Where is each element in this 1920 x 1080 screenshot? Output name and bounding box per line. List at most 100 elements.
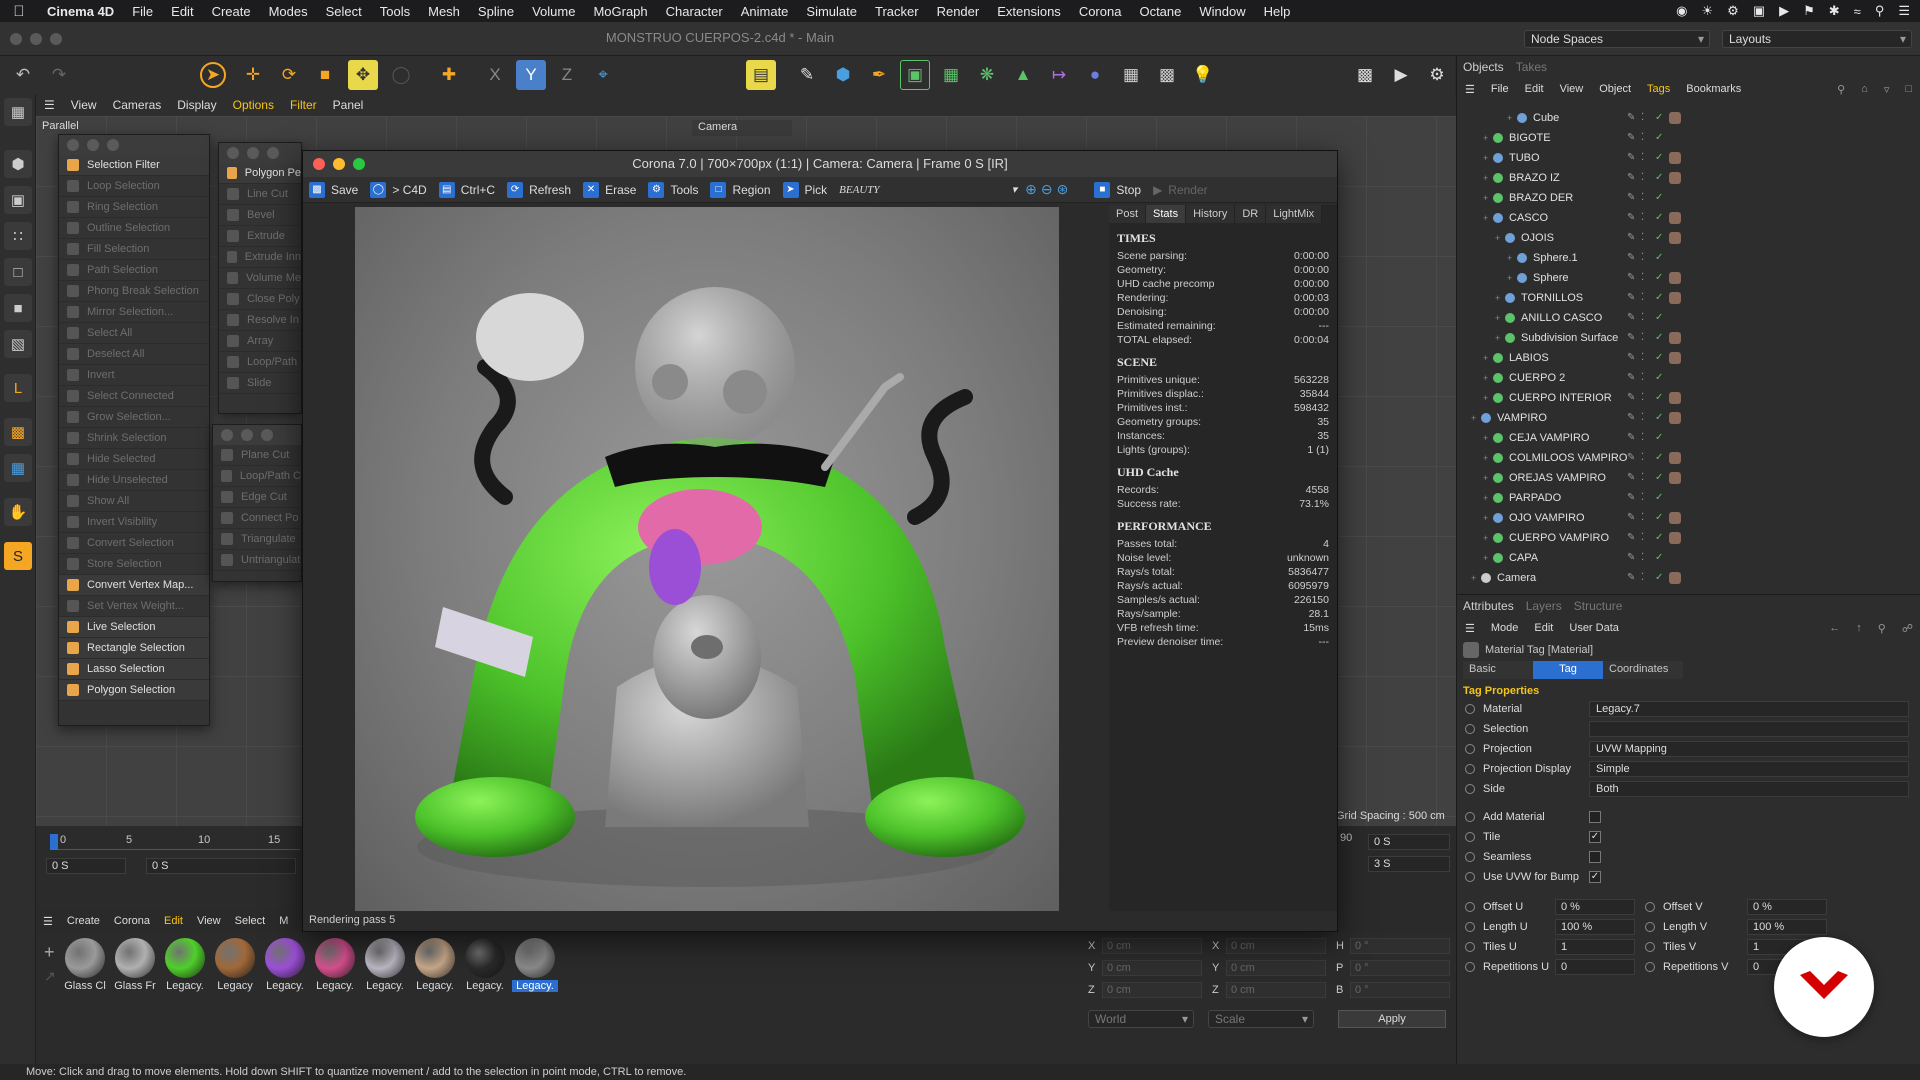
apple-icon[interactable]:  [0,3,38,20]
visibility-dots-icon[interactable]: ⁚ [1641,213,1651,223]
visibility-dots-icon[interactable]: ⁚ [1641,533,1651,543]
camera-icon[interactable]: ▩ [1152,60,1182,90]
material-swatch[interactable]: Legacy. [412,938,458,992]
material-swatch[interactable]: Legacy. [362,938,408,992]
menu-octane[interactable]: Octane [1130,4,1190,19]
material-tag-icon[interactable] [1669,532,1681,544]
expand-icon[interactable]: + [1495,233,1505,243]
checkbox[interactable]: ✓ [1589,831,1601,843]
transform-icon[interactable]: ✥ [348,60,378,90]
objects-menu-edit[interactable]: Edit [1517,83,1552,95]
menu-help[interactable]: Help [1255,4,1300,19]
enable-check-icon[interactable]: ✓ [1655,373,1665,383]
edges-mode-icon[interactable]: □ [4,258,32,286]
palette-close-icon[interactable] [67,139,79,151]
expand-icon[interactable]: + [1495,333,1505,343]
object-row[interactable]: + VAMPIRO ✎ ⁚ ✓ [1457,408,1920,428]
tab-lightmix[interactable]: LightMix [1266,205,1323,223]
flag-icon[interactable]: ⚑ [1803,3,1815,19]
enable-check-icon[interactable]: ✓ [1655,113,1665,123]
knife-tool-item[interactable]: Untriangulat [213,550,301,571]
layouts-dropdown[interactable]: Layouts [1722,30,1912,48]
selection-filter-item[interactable]: Deselect All [59,344,209,365]
material-swatch[interactable]: Legacy. [262,938,308,992]
menu-edit[interactable]: Edit [162,4,202,19]
layer-icon[interactable]: ✎ [1627,193,1637,203]
render-picture-viewer-icon[interactable]: ▶ [1386,60,1416,90]
z-axis-icon[interactable]: Z [552,60,582,90]
knife-tool-item[interactable]: Edge Cut [213,487,301,508]
enable-check-icon[interactable]: ✓ [1655,353,1665,363]
layer-icon[interactable]: ✎ [1627,433,1637,443]
vfb-minimize-icon[interactable] [333,158,345,170]
visibility-dots-icon[interactable]: ⁚ [1641,393,1651,403]
anim-dot-icon[interactable] [1465,942,1475,952]
visibility-dots-icon[interactable]: ⁚ [1641,113,1651,123]
attribute-field[interactable] [1589,721,1909,737]
scale-icon[interactable]: ■ [310,60,340,90]
attributes-menu-userdata[interactable]: User Data [1561,622,1627,634]
vfb-stop-button[interactable]: ■ Stop [1088,181,1147,198]
viewport-menu-options[interactable]: Options [225,98,282,112]
layer-icon[interactable]: ✎ [1627,533,1637,543]
selection-filter-item[interactable]: Store Selection [59,554,209,575]
viewport-menu-display[interactable]: Display [169,98,224,112]
workplane-icon[interactable]: ▩ [4,418,32,446]
material-menu-select[interactable]: Select [228,915,273,927]
enable-check-icon[interactable]: ✓ [1655,533,1665,543]
expand-icon[interactable]: + [1471,573,1481,583]
object-row[interactable]: + TUBO ✎ ⁚ ✓ [1457,148,1920,168]
objects-menu-object[interactable]: Object [1591,83,1639,95]
record-icon[interactable]: ◉ [1676,3,1687,19]
layer-icon[interactable]: ✎ [1627,213,1637,223]
material-tool-icon[interactable]: ↗ [44,968,56,985]
visibility-dots-icon[interactable]: ⁚ [1641,253,1651,263]
material-tag-icon[interactable] [1669,232,1681,244]
length-u-field[interactable]: 100 % [1555,919,1635,935]
polygon-tool-item[interactable]: Line Cut [219,184,301,205]
creative-cloud-icon[interactable]: ☀ [1702,3,1714,19]
viewport-menu-cameras[interactable]: Cameras [105,98,170,112]
search-icon[interactable]: ⚲ [1829,83,1853,96]
vfb-zoom-icon[interactable] [353,158,365,170]
selection-filter-item[interactable]: Phong Break Selection [59,281,209,302]
attribute-field[interactable]: Legacy.7 [1589,701,1909,717]
material-tag-icon[interactable] [1669,292,1681,304]
mograph-icon[interactable]: ▲ [1008,60,1038,90]
object-row[interactable]: + TORNILLOS ✎ ⁚ ✓ [1457,288,1920,308]
coord-field[interactable]: 0 cm [1102,938,1202,954]
x-axis-icon[interactable]: X [480,60,510,90]
attr-search-icon[interactable]: ⚲ [1870,622,1894,635]
expand-icon[interactable]: + [1495,313,1505,323]
selection-filter-item[interactable]: Show All [59,491,209,512]
layer-icon[interactable]: ✎ [1627,513,1637,523]
object-row[interactable]: + BRAZO DER ✎ ⁚ ✓ [1457,188,1920,208]
selection-filter-item[interactable]: Live Selection [59,617,209,638]
enable-check-icon[interactable]: ✓ [1655,173,1665,183]
expand-icon[interactable]: + [1483,193,1493,203]
object-row[interactable]: + Subdivision Surface ✎ ⁚ ✓ [1457,328,1920,348]
anim-dot-icon[interactable] [1465,832,1475,842]
timeline-end-field[interactable]: 0 S [1368,834,1450,850]
checkbox[interactable]: ✓ [1589,871,1601,883]
field-icon[interactable]: ● [1080,60,1110,90]
subtab-basic[interactable]: Basic [1463,661,1533,679]
attributes-menu-mode[interactable]: Mode [1483,622,1527,634]
tab-stats[interactable]: Stats [1146,205,1187,223]
enable-check-icon[interactable]: ✓ [1655,393,1665,403]
enable-check-icon[interactable]: ✓ [1655,493,1665,503]
menu-mograph[interactable]: MoGraph [584,4,656,19]
up-arrow-icon[interactable]: ↑ [1848,622,1870,634]
layer-icon[interactable]: ✎ [1627,253,1637,263]
sync-icon[interactable]: ⚙ [1727,3,1739,19]
layer-icon[interactable]: ✎ [1627,493,1637,503]
tab-history[interactable]: History [1186,205,1236,223]
vfb-pick-button[interactable]: ➤ Pick [777,181,834,198]
enable-check-icon[interactable]: ✓ [1655,253,1665,263]
layer-icon[interactable]: ✎ [1627,473,1637,483]
polygon-tool-item[interactable]: Slide [219,373,301,394]
subtab-tag[interactable]: Tag [1533,661,1603,679]
visibility-dots-icon[interactable]: ⁚ [1641,513,1651,523]
material-hamburger-icon[interactable]: ☰ [36,915,60,928]
palette-close-icon[interactable] [227,147,239,159]
